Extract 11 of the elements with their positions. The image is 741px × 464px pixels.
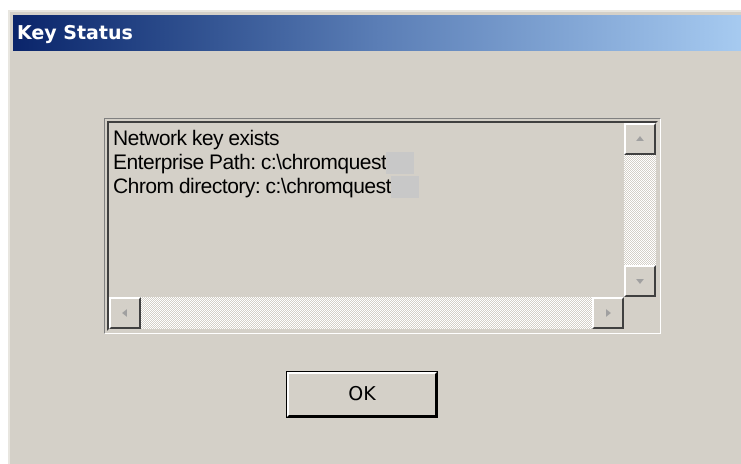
scroll-left-button[interactable]	[109, 297, 141, 329]
horizontal-scrollbar[interactable]	[109, 297, 624, 329]
vertical-scrollbar[interactable]	[624, 123, 656, 297]
scroll-up-button[interactable]	[624, 123, 656, 155]
scroll-right-button[interactable]	[592, 297, 624, 329]
window-title: Key Status	[17, 20, 133, 46]
text-line: Chrom directory: c:\chromquest	[113, 176, 391, 198]
text-line: Network key exists	[113, 128, 280, 150]
text-line: Enterprise Path: c:\chromquest	[113, 152, 386, 174]
ok-button[interactable]: OK	[287, 372, 437, 417]
scroll-down-button[interactable]	[624, 265, 656, 297]
